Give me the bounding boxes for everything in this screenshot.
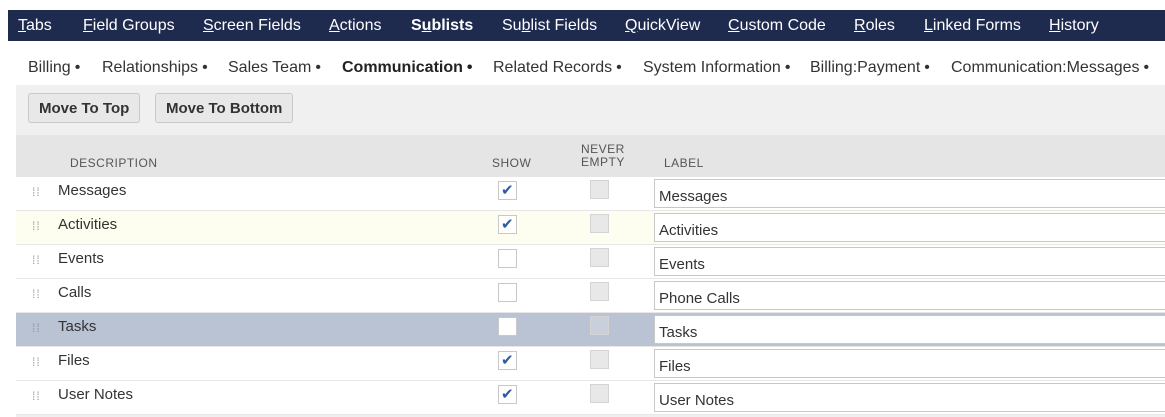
row-description: Events: [58, 250, 104, 267]
show-checkbox[interactable]: [498, 249, 517, 268]
table-row[interactable]: ⁞⁞ Messages: [16, 177, 1165, 211]
tab-sublists[interactable]: Sublists: [411, 17, 473, 35]
drag-handle-icon[interactable]: ⁞⁞: [32, 356, 41, 368]
row-description: Files: [58, 352, 90, 369]
table-row[interactable]: ⁞⁞ User Notes: [16, 381, 1165, 415]
label-input[interactable]: [654, 179, 1165, 208]
never-empty-checkbox: [590, 384, 609, 403]
drag-handle-icon[interactable]: ⁞⁞: [32, 220, 41, 232]
tab-history[interactable]: History: [1049, 17, 1099, 35]
table-row[interactable]: ⁞⁞ Tasks: [16, 313, 1165, 347]
show-checkbox[interactable]: [498, 283, 517, 302]
drag-handle-icon[interactable]: ⁞⁞: [32, 186, 41, 198]
show-checkbox[interactable]: [498, 215, 517, 234]
label-input[interactable]: [654, 213, 1165, 242]
never-empty-checkbox: [590, 180, 609, 199]
table-row[interactable]: ⁞⁞ Activities: [16, 211, 1165, 245]
subtab-communication[interactable]: Communication •: [342, 59, 473, 77]
tab-sublist-fields[interactable]: Sublist Fields: [502, 17, 597, 35]
move-to-top-button[interactable]: Move To Top: [28, 93, 141, 123]
move-to-bottom-button[interactable]: Move To Bottom: [155, 93, 294, 123]
label-input[interactable]: [654, 281, 1165, 310]
subtab-system-information[interactable]: System Information •: [643, 59, 790, 77]
subtab-sales-team[interactable]: Sales Team •: [228, 59, 321, 77]
drag-handle-icon[interactable]: ⁞⁞: [32, 390, 41, 402]
never-empty-column-header-line1: NEVER: [581, 142, 625, 156]
never-empty-column-header-line2: EMPTY: [581, 155, 625, 169]
never-empty-checkbox: [590, 248, 609, 267]
subtab-communication-messages[interactable]: Communication:Messages •: [951, 59, 1149, 77]
label-input[interactable]: [654, 349, 1165, 378]
tab-actions[interactable]: Actions: [329, 17, 381, 35]
subtab-relationships[interactable]: Relationships •: [102, 59, 208, 77]
subtab-billing[interactable]: Billing •: [28, 59, 80, 77]
show-checkbox[interactable]: [498, 385, 517, 404]
table-row[interactable]: ⁞⁞ Files: [16, 347, 1165, 381]
sublist-tab-bar: Billing • Relationships • Sales Team • Comm…: [16, 51, 1165, 86]
show-checkbox[interactable]: [498, 351, 517, 370]
never-empty-checkbox: [590, 316, 609, 335]
label-column-header: LABEL: [664, 156, 704, 170]
tab-quickview[interactable]: QuickView: [625, 17, 700, 35]
top-navigation-bar: Tabs Field Groups Screen Fields Actions …: [8, 10, 1165, 41]
tab-field-groups[interactable]: Field Groups: [83, 17, 175, 35]
never-empty-checkbox: [590, 282, 609, 301]
row-description: Tasks: [58, 318, 97, 335]
tab-screen-fields[interactable]: Screen Fields: [203, 17, 301, 35]
tab-custom-code[interactable]: Custom Code: [728, 17, 826, 35]
row-description: Calls: [58, 284, 92, 301]
drag-handle-icon[interactable]: ⁞⁞: [32, 288, 41, 300]
drag-handle-icon[interactable]: ⁞⁞: [32, 322, 41, 334]
never-empty-checkbox: [590, 350, 609, 369]
label-input[interactable]: [654, 383, 1165, 412]
show-checkbox[interactable]: [498, 181, 517, 200]
sublist-panel: Move To Top Move To Bottom DESCRIPTION S…: [16, 85, 1165, 417]
row-description: Activities: [58, 216, 118, 233]
tab-linked-forms[interactable]: Linked Forms: [924, 17, 1021, 35]
row-description: Messages: [58, 182, 127, 199]
subtab-related-records[interactable]: Related Records •: [493, 59, 622, 77]
description-column-header: DESCRIPTION: [70, 156, 158, 170]
drag-handle-icon[interactable]: ⁞⁞: [32, 254, 41, 266]
tab-tabs[interactable]: Tabs: [18, 17, 52, 35]
show-checkbox[interactable]: [498, 317, 517, 336]
label-input[interactable]: [654, 315, 1165, 344]
subtab-billing-payment[interactable]: Billing:Payment •: [810, 59, 930, 77]
never-empty-checkbox: [590, 214, 609, 233]
label-input[interactable]: [654, 247, 1165, 276]
table-row[interactable]: ⁞⁞ Events: [16, 245, 1165, 279]
row-description: User Notes: [58, 386, 134, 403]
show-column-header: SHOW: [492, 156, 532, 170]
table-header: DESCRIPTION SHOW NEVER EMPTY LABEL: [16, 135, 1165, 177]
table-row[interactable]: ⁞⁞ Calls: [16, 279, 1165, 313]
tab-roles[interactable]: Roles: [854, 17, 895, 35]
